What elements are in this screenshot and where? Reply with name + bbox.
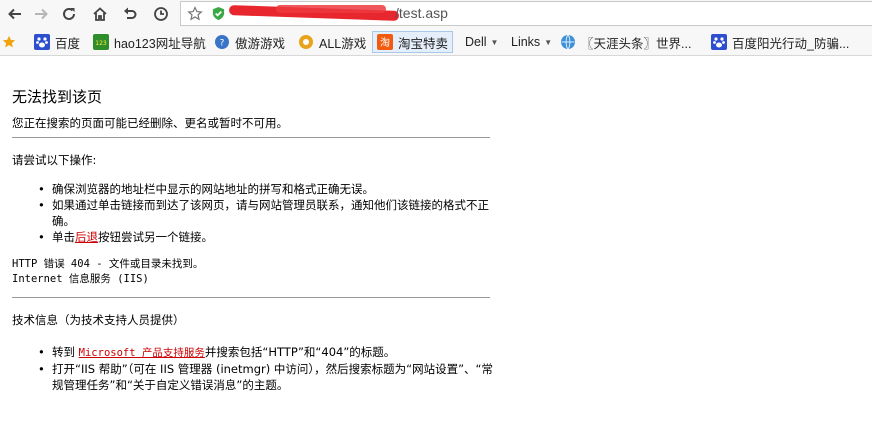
- star-icon: [2, 35, 16, 48]
- bookmark-baidu[interactable]: 百度: [34, 31, 80, 53]
- browser-toolbar: /test.asp: [0, 0, 872, 28]
- chevron-down-icon: ▼: [490, 37, 499, 47]
- intro-text: 您正在搜索的页面可能已经删除、更名或暂时不可用。: [12, 116, 288, 130]
- try-heading: 请尝试以下操作:: [12, 153, 97, 167]
- svg-text:?: ?: [220, 39, 225, 49]
- page-title: 无法找到该页: [12, 88, 103, 106]
- bookmark-label: 淘宝特卖: [398, 36, 449, 51]
- forward-button[interactable]: [30, 3, 52, 25]
- error-page-content: 无法找到该页 您正在搜索的页面可能已经删除、更名或暂时不可用。 请尝试以下操作:…: [12, 86, 494, 393]
- bookmark-maxthon-games[interactable]: ? 傲游游戏: [214, 31, 285, 53]
- reload-button[interactable]: [58, 3, 80, 25]
- bookmark-taobao[interactable]: 淘 淘宝特卖: [372, 31, 454, 53]
- try-list: 确保浏览器的地址栏中显示的网站地址的拼写和格式正确无误。 如果通过单击链接而到达…: [38, 181, 494, 245]
- bookmark-all-games[interactable]: ALL游戏: [298, 31, 366, 53]
- hao123-icon: 123: [93, 34, 109, 50]
- item-text: 转到: [52, 345, 79, 359]
- bookmarks-star[interactable]: [2, 31, 16, 53]
- list-item: 打开“IIS 帮助”（可在 IIS 管理器 (inetmgr) 中访问），然后搜…: [38, 361, 494, 393]
- list-item: 单击后退按钮尝试另一个链接。: [38, 229, 494, 245]
- undo-icon: [124, 7, 137, 19]
- list-item: 如果通过单击链接而到达了该网页，请与网站管理员联系，通知他们该链接的格式不正确。: [38, 197, 494, 229]
- bookmark-label: Dell: [465, 35, 487, 49]
- chevron-down-icon: ▼: [544, 37, 553, 47]
- bookmark-tianya[interactable]: 〖天涯头条〗世界...: [560, 31, 691, 53]
- svg-text:淘: 淘: [380, 36, 390, 49]
- svg-text:123: 123: [95, 40, 107, 47]
- bookmark-label: ALL游戏: [319, 36, 367, 51]
- item-text: 并搜索包括“HTTP”和“404”的标题。: [204, 345, 396, 359]
- bookmark-label: hao123网址导航: [114, 36, 206, 51]
- item-text: 单击: [52, 230, 75, 244]
- bookmark-hao123[interactable]: 123 hao123网址导航: [93, 31, 206, 53]
- error-code: HTTP 错误 404 - 文件或目录未找到。 Internet 信息服务 (I…: [12, 257, 492, 287]
- bookmark-label: 百度: [55, 36, 81, 51]
- error-line: HTTP 错误 404 - 文件或目录未找到。: [12, 258, 204, 270]
- list-item: 转到 Microsoft 产品支持服务并搜索包括“HTTP”和“404”的标题。: [38, 344, 494, 361]
- tech-list: 转到 Microsoft 产品支持服务并搜索包括“HTTP”和“404”的标题。…: [38, 344, 494, 393]
- baidu-paw-icon: [711, 34, 727, 50]
- globe-icon: [560, 34, 576, 50]
- tech-heading: 技术信息（为技术支持人员提供）: [12, 313, 185, 327]
- bookmark-folder-dell[interactable]: Dell ▼: [465, 31, 498, 53]
- clock-icon: [154, 7, 168, 21]
- back-link[interactable]: 后退: [75, 230, 98, 244]
- bookmark-folder-links[interactable]: Links ▼: [511, 31, 552, 53]
- forward-arrow-icon: [35, 8, 48, 20]
- bookmark-label: Links: [511, 35, 541, 49]
- home-icon: [93, 7, 107, 21]
- bookmark-star-icon[interactable]: [187, 6, 203, 22]
- list-item: 确保浏览器的地址栏中显示的网站地址的拼写和格式正确无误。: [38, 181, 494, 197]
- history-button[interactable]: [150, 3, 172, 25]
- security-shield-icon: [212, 6, 225, 21]
- ms-support-link[interactable]: Microsoft 产品支持服务: [79, 347, 205, 359]
- undo-close-button[interactable]: [119, 3, 141, 25]
- bookmarks-bar: 百度 123 hao123网址导航 ? 傲游游戏 ALL游戏 淘 淘宝特卖 De…: [0, 28, 872, 56]
- bookmark-baidu-sunshine[interactable]: 百度阳光行动_防骗...: [711, 31, 849, 53]
- back-arrow-icon: [8, 8, 21, 20]
- item-text: 按钮尝试另一个链接。: [98, 230, 213, 244]
- address-bar[interactable]: /test.asp: [180, 1, 872, 26]
- maxthon-games-icon: ?: [214, 34, 230, 50]
- reload-icon: [63, 7, 75, 20]
- url-redaction: [276, 5, 386, 13]
- divider: [12, 137, 490, 138]
- home-button[interactable]: [89, 3, 111, 25]
- back-button[interactable]: [4, 3, 26, 25]
- baidu-paw-icon: [34, 34, 50, 50]
- taobao-icon: 淘: [377, 34, 393, 50]
- bookmark-label: 百度阳光行动_防骗...: [732, 36, 850, 51]
- bookmark-label: 〖天涯头条〗世界...: [581, 36, 692, 51]
- bookmark-label: 傲游游戏: [235, 36, 286, 51]
- all-games-icon: [298, 34, 314, 50]
- divider: [12, 297, 490, 298]
- error-line: Internet 信息服务 (IIS): [12, 273, 149, 285]
- url-text: /test.asp: [395, 5, 448, 21]
